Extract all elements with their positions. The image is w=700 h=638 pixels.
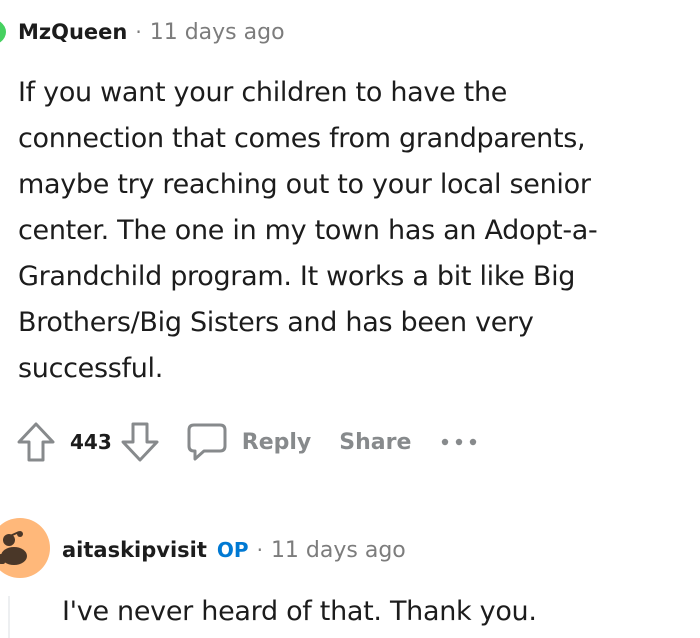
comment-body: If you want your children to have the co… [18,70,678,392]
reply-button[interactable]: Reply [186,422,312,462]
comment-body-line: successful. [18,353,164,384]
op-badge: OP [216,538,249,562]
share-button[interactable]: Share [339,430,411,455]
comment-body-line: center. The one in my town has an Adopt-… [18,215,598,246]
comment-body-line: connection that comes from grandparents, [18,123,586,154]
comment-timestamp[interactable]: 11 days ago [150,20,285,45]
snoo-avatar-icon[interactable] [0,516,50,580]
reply-label: Reply [241,429,312,455]
comment-body-line: maybe try reaching out to your local sen… [18,169,591,200]
comment-meta: MzQueen · 11 days ago [18,16,285,48]
comment-body-line: If you want your children to have the [18,77,508,108]
comment-timestamp[interactable]: 11 days ago [271,538,406,563]
vote-count: 443 [70,430,112,454]
comment-meta: aitaskipvisit OP · 11 days ago [62,534,406,566]
more-options-button[interactable] [441,437,477,447]
comment-bubble-icon [187,423,227,461]
downvote-button[interactable] [120,420,160,464]
thread-line[interactable] [8,596,10,638]
comment-body: I've never heard of that. Thank you. [62,596,537,627]
comment-action-bar: 443 Reply Share [16,418,477,466]
meta-separator: · [135,20,142,44]
user-avatar-icon[interactable] [0,18,6,46]
comment-thread: MzQueen · 11 days ago If you want your c… [0,0,700,638]
meta-separator: · [256,538,263,562]
comment-body-line: Brothers/Big Sisters and has been very [18,307,534,338]
comment-body-line: Grandchild program. It works a bit like … [18,261,576,292]
comment-author[interactable]: MzQueen [18,20,127,44]
upvote-arrow-icon [17,422,55,462]
upvote-button[interactable] [16,420,56,464]
downvote-arrow-icon [121,422,159,462]
more-dots-icon [442,438,477,446]
comment-author[interactable]: aitaskipvisit [62,538,207,562]
